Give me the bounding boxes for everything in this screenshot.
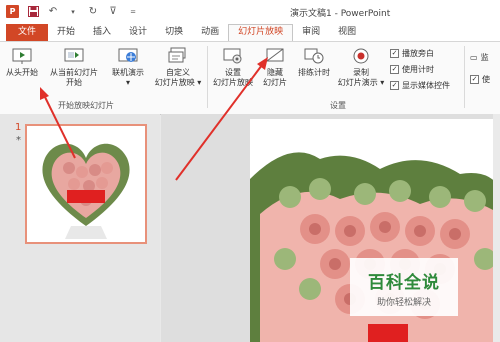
annotation-arrow-to-from-beginning bbox=[43, 94, 76, 159]
annotation-arrow-to-slideshow-tab bbox=[175, 64, 263, 181]
annotation-arrows bbox=[40, 57, 268, 181]
